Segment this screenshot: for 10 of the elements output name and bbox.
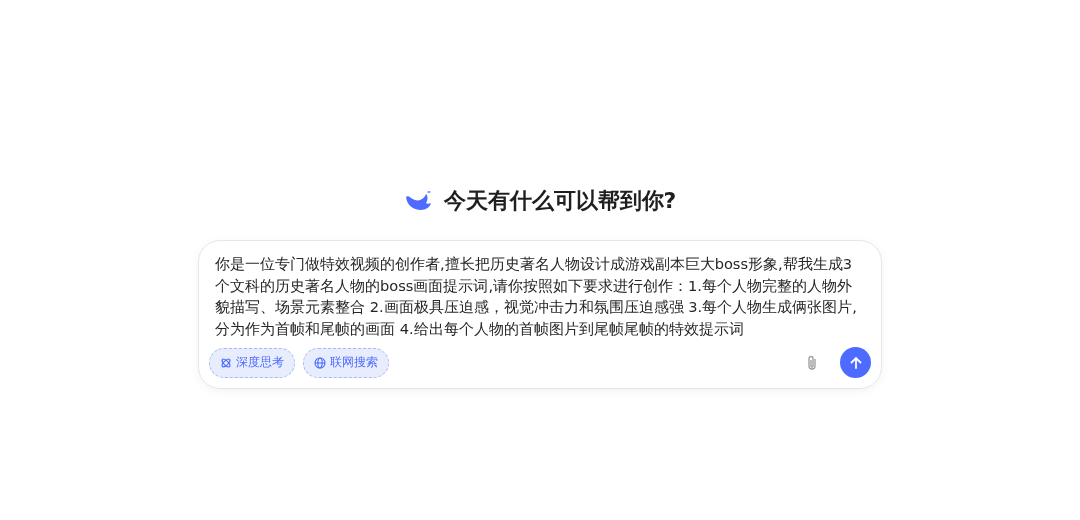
paperclip-icon[interactable] bbox=[806, 354, 818, 371]
arrow-up-icon bbox=[848, 355, 863, 370]
globe-icon bbox=[314, 356, 326, 369]
mode-toggle-button[interactable]: 深度思考 bbox=[209, 347, 295, 378]
send-button[interactable] bbox=[840, 347, 871, 378]
mode-toggle-button[interactable]: 联网搜索 bbox=[303, 347, 389, 378]
whale-logo-icon bbox=[403, 189, 434, 213]
message-field[interactable]: 你是一位专门做特效视频的创作者,擅长把历史著名人物设计成游戏副本巨大boss形象,帮我生成3个文科的历史著名人物的boss画面提示词,请你按照如下要求进行创作：1.每个人物完整的人物外貌描写、场景元素整合 2.画面极具压迫感，视觉冲击力和氛围压迫感强 3.每个人物生成俩张图片,分为作为首帧和尾帧的画面 4.给出每个人物的首帧图片到尾帧尾帧的特效提示词 bbox=[209, 253, 871, 339]
greeting-title: 今天有什么可以帮到你? bbox=[443, 187, 677, 215]
atom-icon bbox=[220, 356, 232, 369]
